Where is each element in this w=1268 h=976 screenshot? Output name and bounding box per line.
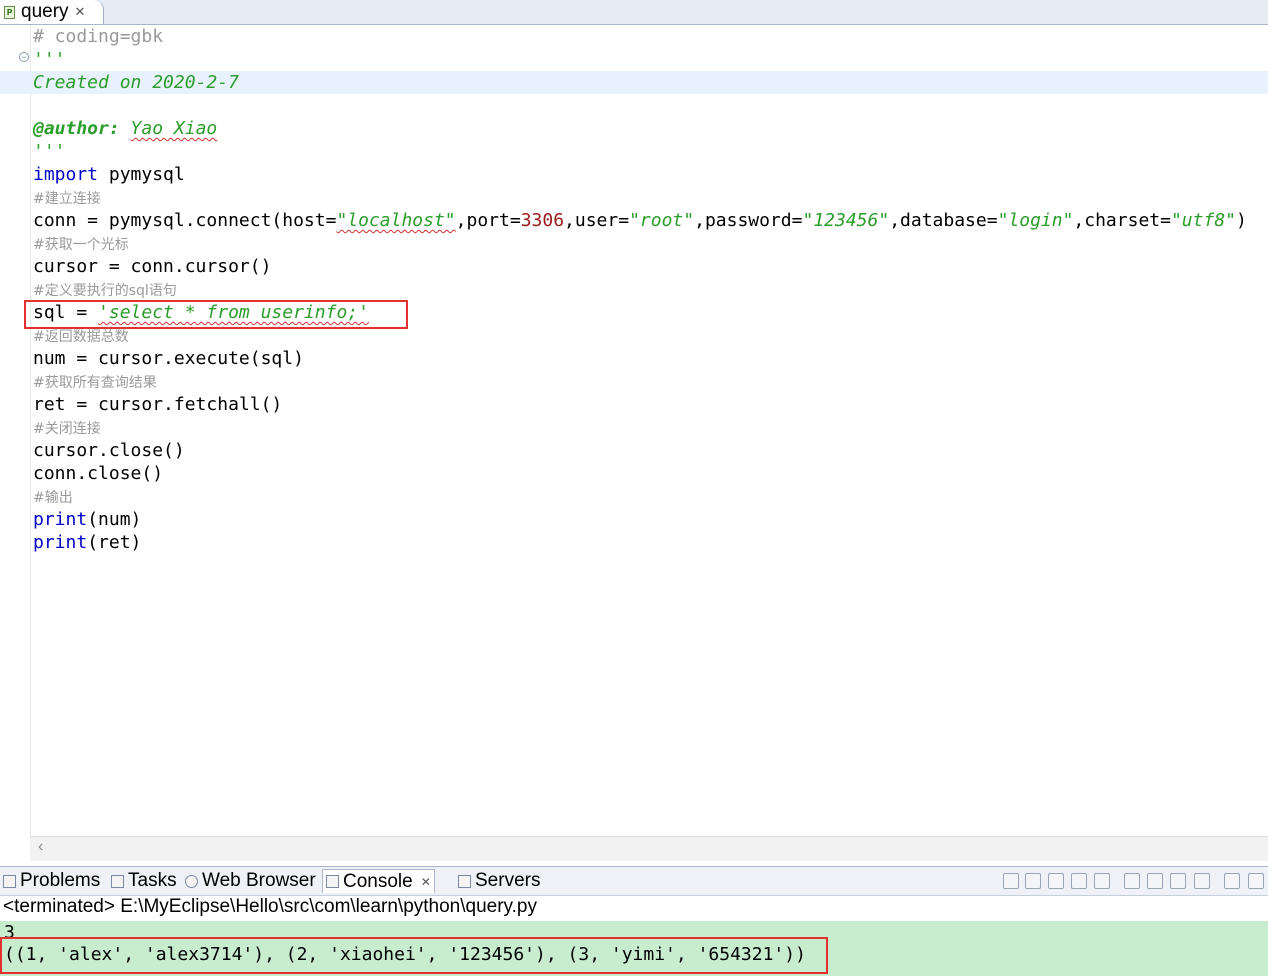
horizontal-scrollbar[interactable]: ‹ [30,836,1268,861]
code-line: print(num) [33,509,142,530]
fold-collapse-icon[interactable]: − [19,52,29,62]
console-icon [326,875,339,888]
code-comment: #定义要执行的sql语句 [33,283,177,299]
console-output-line: 3 [4,922,15,943]
close-icon[interactable]: ✕ [75,4,86,20]
code-line: @author: Yao Xiao [33,118,218,139]
code-comment: #返回数据总数 [33,329,129,345]
remove-all-icon[interactable] [1048,873,1064,889]
console-launch-path: <terminated> E:\MyEclipse\Hello\src\com\… [3,896,537,917]
problems-icon [3,874,16,888]
remove-launch-icon[interactable] [1025,873,1041,889]
code-comment: #关闭连接 [33,421,101,437]
editor-gutter: − [0,25,31,837]
code-line: conn = pymysql.connect(host="localhost",… [33,210,1247,231]
code-comment: #获取所有查询结果 [33,375,157,391]
code-area[interactable]: # coding=gbk ''' Created on 2020-2-7 @au… [0,25,1268,554]
current-line: Created on 2020-2-7 [0,71,1268,94]
panel-tab-bar: Problems Tasks Web Browser Console ✕ Ser… [0,866,1268,896]
pin-console-icon[interactable] [1170,873,1186,889]
code-line: import pymysql [33,164,185,185]
minimize-icon[interactable] [1248,873,1264,889]
code-comment: #获取一个光标 [33,237,129,253]
code-line: cursor.close() [33,440,185,461]
editor-tab-bar: P query ✕ [0,0,1268,25]
code-editor[interactable]: − # coding=gbk ''' Created on 2020-2-7 @… [0,25,1268,837]
code-comment: #建立连接 [33,191,101,207]
console-output[interactable]: 3 ((1, 'alex', 'alex3714'), (2, 'xiaohei… [0,921,1268,976]
code-line: num = cursor.execute(sql) [33,348,304,369]
editor-tab-label: query [21,1,69,22]
tab-problems[interactable]: Problems [0,869,103,893]
servers-icon [458,874,471,888]
code-line: cursor = conn.cursor() [33,256,272,277]
code-line: conn.close() [33,463,164,484]
copy-icon[interactable] [1094,873,1110,889]
console-output-line: ((1, 'alex', 'alex3714'), (2, 'xiaohei',… [4,944,806,965]
scroll-lock-icon[interactable] [1147,873,1163,889]
editor-tab-query[interactable]: P query ✕ [0,0,104,24]
tasks-icon [111,874,124,888]
display-console-icon[interactable] [1194,873,1210,889]
clear-console-icon[interactable] [1124,873,1140,889]
scroll-left-icon[interactable]: ‹ [38,838,43,856]
code-comment: #输出 [33,490,73,506]
run-icon[interactable] [1071,873,1087,889]
open-console-icon[interactable] [1224,873,1240,889]
close-icon[interactable]: ✕ [421,875,431,889]
tab-tasks[interactable]: Tasks [108,869,180,893]
code-line: # coding=gbk [33,26,164,47]
python-file-icon: P [4,5,15,19]
code-line: ret = cursor.fetchall() [33,394,283,415]
tab-web-browser[interactable]: Web Browser [182,869,319,893]
terminate-icon[interactable] [1003,873,1019,889]
code-line: print(ret) [33,532,142,553]
tab-console[interactable]: Console ✕ [322,869,435,893]
code-line-sql: sql = 'select * from userinfo;' [33,302,369,323]
code-line: ''' [33,141,66,162]
globe-icon [185,874,198,888]
code-line: ''' [33,49,66,70]
tab-servers[interactable]: Servers [455,869,543,893]
